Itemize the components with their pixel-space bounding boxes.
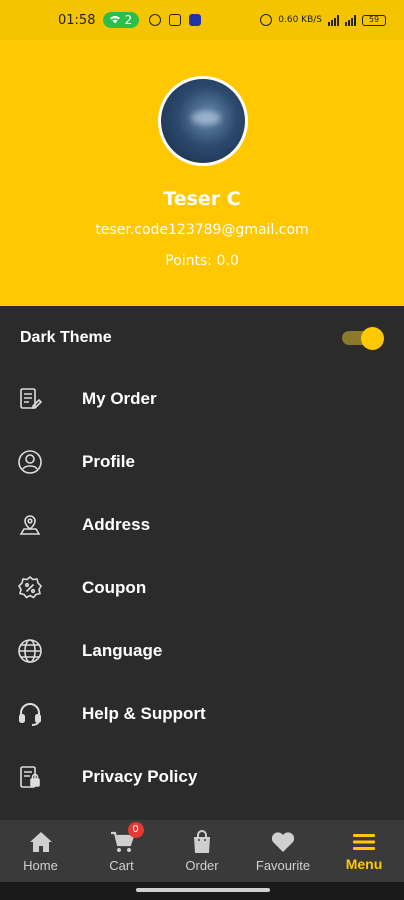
menu-item-label: Address: [82, 515, 151, 534]
battery-level: 59: [368, 14, 380, 24]
nav-label: Favourite: [255, 858, 311, 873]
hamburger-menu-icon: [351, 830, 377, 854]
dark-theme-toggle[interactable]: [342, 327, 384, 350]
nav-label: Cart: [109, 858, 134, 873]
instagram-icon: [169, 14, 182, 26]
menu-item-language[interactable]: Language: [0, 623, 404, 679]
document-lock-icon: [17, 764, 43, 790]
profile-header: Teser C teser.code123789@gmail.com Point…: [0, 40, 404, 306]
battery-icon: 59: [362, 14, 386, 26]
nav-label: Menu: [345, 856, 383, 872]
menu-list: Dark Theme My Order Profile Address Coup…: [0, 306, 404, 820]
menu-item-help-support[interactable]: Help & Support: [0, 686, 404, 742]
net-speed: 0.60 KB/S: [278, 15, 322, 25]
headset-icon: [17, 701, 43, 727]
menu-item-label: Privacy Policy: [82, 767, 198, 786]
messenger-app-icon: [189, 14, 202, 26]
menu-item-coupon[interactable]: Coupon: [0, 560, 404, 616]
nav-label: Order: [185, 858, 219, 873]
signal-icon-2: [345, 14, 356, 26]
avatar[interactable]: [158, 76, 248, 166]
home-gesture-bar[interactable]: [136, 888, 270, 892]
menu-item-privacy-policy[interactable]: Privacy Policy: [0, 749, 404, 805]
user-points: Points: 0.0: [165, 253, 239, 269]
cart-badge: 0: [127, 822, 144, 838]
status-time: 01:58: [58, 12, 96, 28]
alarm-icon: [260, 14, 273, 26]
wifi-hotspot-badge: 2: [103, 12, 140, 28]
user-email: teser.code123789@gmail.com: [95, 222, 309, 238]
game-controller-icon: [149, 14, 162, 26]
menu-item-my-order[interactable]: My Order: [0, 371, 404, 427]
order-list-icon: [17, 386, 43, 412]
wifi-count: 2: [124, 13, 133, 27]
signal-icon: [328, 14, 339, 26]
bottom-nav: Home 0 Cart Order Favourite Menu: [0, 820, 404, 882]
shopping-bag-icon: [189, 830, 215, 854]
heart-icon: [270, 830, 296, 854]
gesture-area: [0, 882, 404, 900]
nav-order[interactable]: Order: [162, 820, 242, 882]
location-icon: [17, 512, 43, 538]
coupon-percent-icon: [17, 575, 43, 601]
user-name: Teser C: [163, 188, 241, 210]
nav-home[interactable]: Home: [0, 820, 81, 882]
menu-item-label: Coupon: [82, 578, 147, 597]
status-bar: 01:58 2 0.60 KB/S 59: [0, 0, 404, 40]
menu-item-label: My Order: [82, 389, 157, 408]
nav-favourite[interactable]: Favourite: [242, 820, 324, 882]
menu-item-address[interactable]: Address: [0, 497, 404, 553]
dark-theme-row: Dark Theme: [0, 318, 404, 358]
nav-cart[interactable]: 0 Cart: [81, 820, 162, 882]
nav-label: Home: [23, 858, 58, 873]
wifi-icon: [110, 13, 121, 27]
menu-item-label: Language: [82, 641, 163, 660]
menu-item-label: Help & Support: [82, 704, 206, 723]
home-icon: [28, 830, 54, 854]
globe-icon: [17, 638, 43, 664]
user-circle-icon: [17, 449, 43, 475]
dark-theme-label: Dark Theme: [20, 329, 112, 346]
menu-item-label: Profile: [82, 452, 135, 471]
nav-menu[interactable]: Menu: [324, 820, 404, 882]
menu-item-profile[interactable]: Profile: [0, 434, 404, 490]
